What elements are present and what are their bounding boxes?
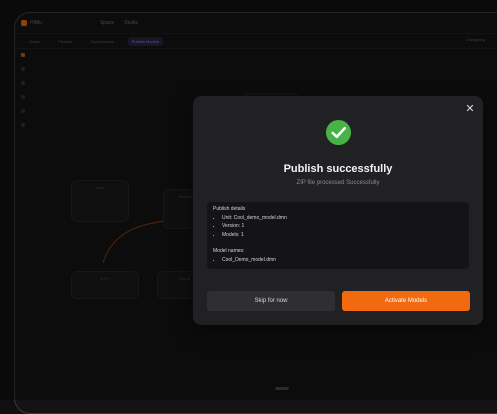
model-names-list: Cool_Demo_model.dmn bbox=[213, 256, 463, 265]
detail-version: Version: 1 bbox=[222, 222, 463, 231]
details-list: Unit: Cool_demo_model.dmn Version: 1 Mod… bbox=[213, 214, 463, 240]
dialog-title: Publish successfully bbox=[283, 163, 393, 175]
dialog-subtitle: ZIP file processed Successfully bbox=[296, 180, 380, 186]
canvas-minimap-indicator bbox=[275, 387, 289, 390]
publish-details-panel: Publish details Unit: Cool_demo_model.dm… bbox=[207, 202, 469, 269]
close-icon[interactable]: ✕ bbox=[465, 104, 475, 115]
skip-button[interactable]: Skip for now bbox=[207, 291, 335, 311]
detail-unit: Unit: Cool_demo_model.dmn bbox=[222, 214, 463, 223]
activate-models-button[interactable]: Activate Models bbox=[342, 291, 470, 311]
detail-models: Models: 1 bbox=[222, 231, 463, 240]
publish-success-dialog: ✕ Publish successfully ZIP file processe… bbox=[193, 96, 483, 325]
details-heading: Publish details bbox=[213, 206, 246, 212]
check-circle-icon bbox=[325, 119, 352, 146]
model-name-item: Cool_Demo_model.dmn bbox=[222, 256, 463, 265]
model-names-heading: Model names: bbox=[213, 248, 245, 254]
